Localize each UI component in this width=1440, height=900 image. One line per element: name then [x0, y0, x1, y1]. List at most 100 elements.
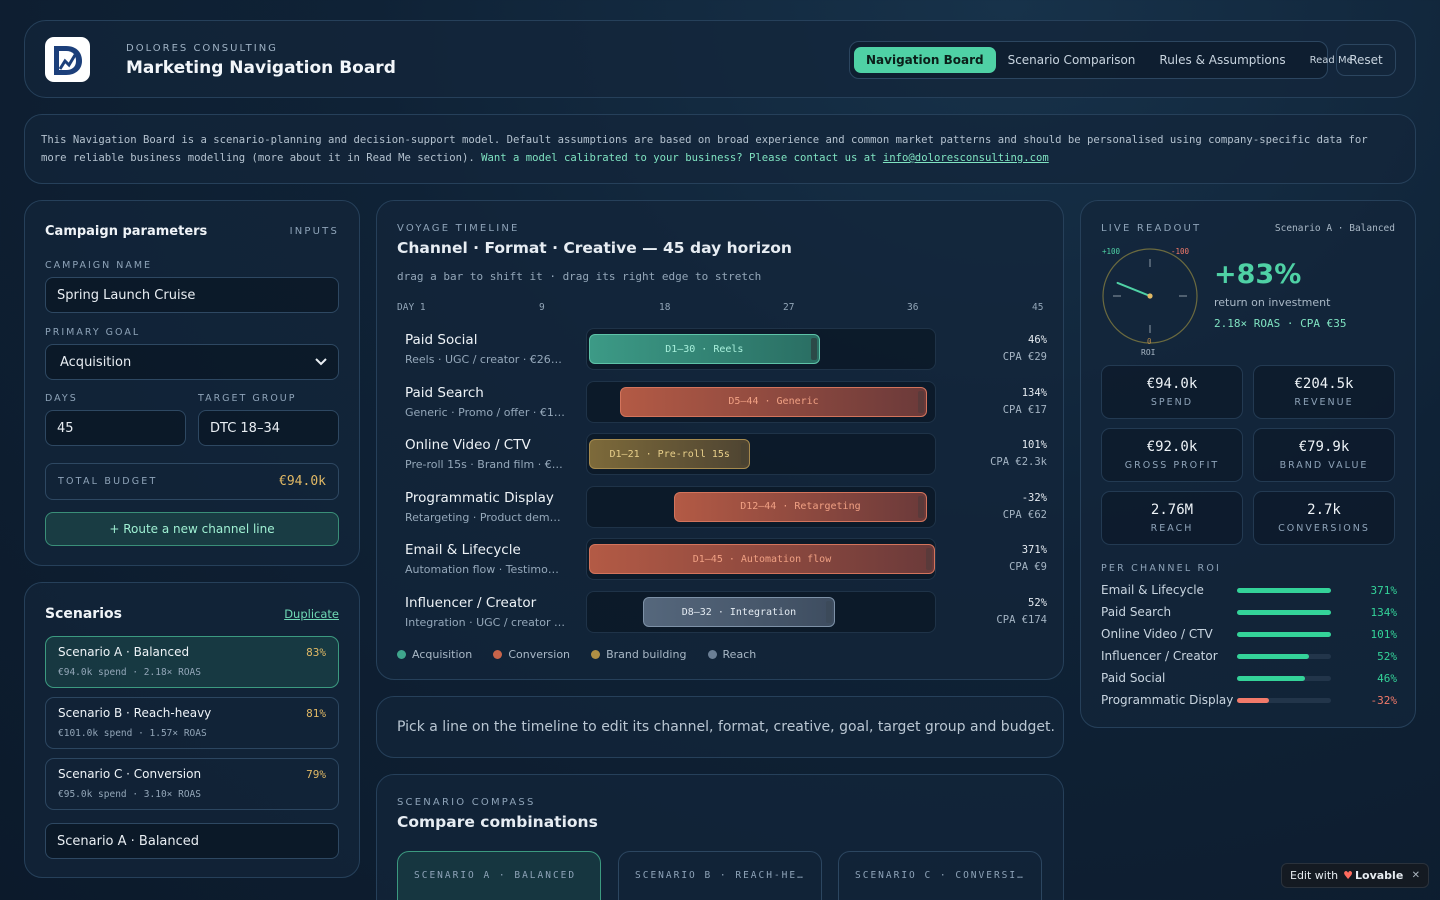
channel-row[interactable]: Programmatic Display Retargeting · Produc…	[397, 485, 1047, 532]
channel-cpa: CPA €2.3k	[990, 456, 1047, 469]
tab-rules-assumptions[interactable]: Rules & Assumptions	[1147, 47, 1297, 73]
scenario-score: 79%	[306, 768, 326, 781]
campaign-parameters-card: Campaign parameters INPUTS CAMPAIGN NAME…	[24, 200, 360, 566]
logo-mark-icon	[53, 45, 82, 75]
bar-resize-handle[interactable]	[826, 601, 833, 623]
stat-revenue: €204.5k REVENUE	[1253, 365, 1395, 419]
scenario-item-a[interactable]: Scenario A · Balanced 83% €94.0k spend ·…	[45, 636, 339, 688]
scenario-name: Scenario A · Balanced	[58, 645, 190, 659]
tab-scenario-comparison[interactable]: Scenario Comparison	[996, 47, 1148, 73]
channel-bar[interactable]: D1–30 · Reels	[589, 334, 820, 364]
total-budget-label: TOTAL BUDGET	[58, 476, 158, 487]
params-title: Campaign parameters	[45, 224, 208, 239]
axis-tick: 36	[907, 302, 919, 313]
axis-tick: 27	[783, 302, 795, 313]
legend-label: Brand building	[606, 648, 687, 661]
readout-scenario: Scenario A · Balanced	[1274, 223, 1395, 234]
timeline-hint: drag a bar to shift it · drag its right …	[397, 270, 762, 283]
notice-text: This Navigation Board is a scenario-plan…	[41, 131, 1399, 167]
roi-bar-track	[1237, 610, 1331, 615]
stat-conversions: 2.7k CONVERSIONS	[1253, 491, 1395, 545]
channel-bar[interactable]: D5–44 · Generic	[619, 386, 928, 417]
legend-conversion: Conversion	[493, 648, 570, 661]
compass-card-label: SCENARIO A · BALANCED	[414, 870, 577, 881]
bar-resize-handle[interactable]	[918, 390, 925, 413]
channel-row[interactable]: Email & Lifecycle Automation flow · Testi…	[397, 538, 1047, 584]
channel-row[interactable]: Paid Social Reels · UGC / creator · €26.0…	[397, 328, 1047, 374]
contact-email-link[interactable]: info@doloresconsulting.com	[883, 152, 1049, 164]
channel-row[interactable]: Influencer / Creator Integration · UGC / …	[397, 591, 1047, 637]
campaign-name-input[interactable]: Spring Launch Cruise	[45, 277, 339, 313]
edit-with-lovable-badge[interactable]: Edit with ♥ Lovable ✕	[1281, 863, 1429, 888]
total-budget-field[interactable]: TOTAL BUDGET €94.0k	[45, 463, 339, 500]
channel-roi: 101%	[1021, 439, 1047, 452]
scenario-item-c[interactable]: Scenario C · Conversion 79% €95.0k spend…	[45, 758, 339, 810]
stat-label: REACH	[1150, 523, 1194, 534]
roi-bar-track	[1237, 698, 1331, 703]
channel-bar[interactable]: D1–21 · Pre-roll 15s	[589, 439, 751, 470]
company-logo[interactable]	[45, 37, 90, 82]
channel-name: Influencer / Creator	[405, 595, 537, 611]
channel-bar[interactable]: D12–44 · Retargeting	[673, 491, 928, 522]
bar-resize-handle[interactable]	[810, 338, 817, 360]
target-group-label: TARGET GROUP	[198, 393, 297, 404]
scenario-item-b[interactable]: Scenario B · Reach-heavy 81% €101.0k spe…	[45, 697, 339, 749]
stat-reach: 2.76M REACH	[1101, 491, 1243, 545]
scenario-compass-card: SCENARIO COMPASS Compare combinations SC…	[376, 774, 1064, 900]
channel-bar[interactable]: D1–45 · Automation flow	[589, 544, 935, 575]
channel-roi: -32%	[1021, 491, 1047, 504]
legend-label: Conversion	[508, 648, 571, 661]
stat-brand-value: €79.9k BRAND VALUE	[1253, 428, 1395, 482]
goal-legend: Acquisition Conversion Brand building Re…	[397, 644, 772, 663]
main-nav: Navigation Board Scenario Comparison Rul…	[849, 41, 1353, 79]
legend-reach: Reach	[707, 648, 756, 661]
channel-cpa: CPA €29	[1002, 351, 1047, 363]
voyage-timeline-card: VOYAGE TIMELINE Channel · Format · Creat…	[376, 200, 1064, 680]
scenario-select[interactable]: Scenario A · Balanced	[45, 823, 339, 859]
channel-row[interactable]: Paid Search Generic · Promo / offer · €18…	[397, 380, 1047, 427]
roi-bar-fill	[1237, 610, 1331, 615]
channel-name: Email & Lifecycle	[405, 542, 521, 559]
stat-label: SPEND	[1150, 397, 1194, 408]
bar-resize-handle[interactable]	[918, 495, 925, 518]
legend-brand-building: Brand building	[591, 648, 686, 661]
compass-card-c[interactable]: SCENARIO C · CONVERSION	[838, 851, 1042, 900]
stat-label: GROSS PROFIT	[1124, 460, 1220, 471]
target-group-input[interactable]: DTC 18–34	[198, 410, 339, 446]
compass-title: Compare combinations	[397, 813, 598, 831]
stat-label: BRAND VALUE	[1279, 460, 1369, 471]
legend-label: Acquisition	[412, 648, 473, 661]
roi-bar-fill	[1237, 632, 1331, 637]
bar-resize-handle[interactable]	[741, 443, 748, 466]
close-icon[interactable]: ✕	[1412, 870, 1420, 881]
compass-card-a[interactable]: SCENARIO A · BALANCED	[397, 851, 601, 900]
primary-goal-select[interactable]: Acquisition	[45, 344, 339, 380]
roi-channel-name: Email & Lifecycle	[1101, 583, 1204, 597]
duplicate-link[interactable]: Duplicate	[284, 607, 339, 621]
gauge-caption: ROI	[1141, 348, 1156, 357]
legend-dot	[493, 650, 503, 659]
days-input[interactable]: 45	[45, 410, 186, 446]
route-channel-button[interactable]: + Route a new channel line	[45, 512, 339, 546]
channel-cpa: CPA €17	[1002, 403, 1047, 416]
per-channel-title: PER CHANNEL ROI	[1101, 563, 1222, 574]
roas-cpa-line: 2.18× ROAS · CPA €35	[1214, 317, 1347, 330]
roi-bar-fill	[1237, 698, 1269, 703]
channel-row[interactable]: Online Video / CTV Pre-roll 15s · Brand f…	[397, 433, 1047, 479]
gauge-label-right: -100	[1171, 247, 1190, 256]
stat-value: €92.0k	[1146, 439, 1198, 455]
channel-cpa: CPA €62	[1002, 508, 1047, 521]
reset-button[interactable]: Reset	[1336, 44, 1396, 76]
primary-goal-label: PRIMARY GOAL	[45, 327, 141, 338]
legend-acquisition: Acquisition	[397, 648, 472, 661]
compass-eyebrow: SCENARIO COMPASS	[397, 797, 536, 808]
roi-channel-value: 101%	[1370, 628, 1398, 641]
chevron-down-icon	[315, 358, 327, 366]
scenarios-card: Scenarios Duplicate Scenario A · Balance…	[24, 582, 360, 878]
roi-channel-name: Paid Search	[1101, 605, 1172, 619]
channel-track: D8–32 · Integration	[586, 591, 936, 633]
bar-resize-handle[interactable]	[926, 548, 932, 571]
tab-navigation-board[interactable]: Navigation Board	[854, 47, 996, 73]
compass-card-b[interactable]: SCENARIO B · REACH-HEAVY	[618, 851, 822, 900]
channel-bar[interactable]: D8–32 · Integration	[642, 597, 836, 627]
